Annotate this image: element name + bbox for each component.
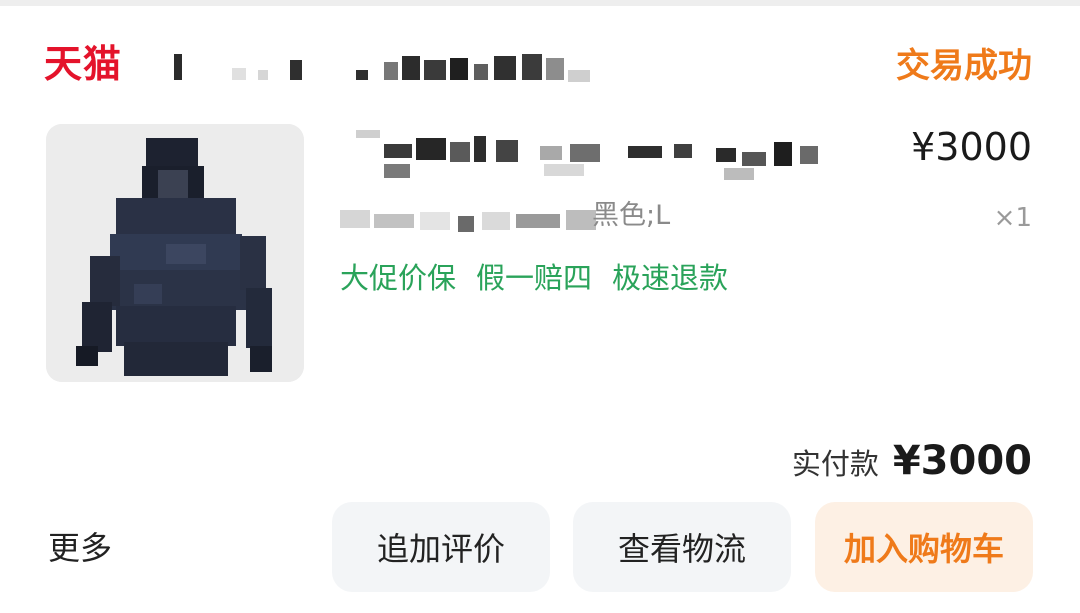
service-badges: 大促价保 假一赔四 极速退款	[340, 258, 728, 298]
more-button[interactable]: 更多	[48, 526, 112, 570]
add-to-cart-button[interactable]: 加入购物车	[815, 502, 1033, 592]
paid-label: 实付款	[791, 447, 879, 481]
redacted-mosaic-icon	[174, 54, 590, 82]
order-card[interactable]: 天猫 交易成功 ¥3000 黑色;L ×1 大促价保 假一赔四 极速退款 实付款…	[0, 6, 1080, 613]
unit-price: ¥3000	[911, 125, 1032, 169]
view-logistics-button[interactable]: 查看物流	[573, 502, 791, 592]
sku-text: 黑色;L	[592, 200, 671, 231]
tmall-logo[interactable]: 天猫	[44, 42, 122, 86]
redacted-mosaic-icon	[356, 130, 818, 180]
badge-fast-refund: 极速退款	[612, 261, 729, 295]
product-title-redacted[interactable]	[344, 124, 834, 184]
store-name-redacted[interactable]	[170, 50, 600, 86]
product-sku[interactable]: 黑色;L	[340, 196, 760, 240]
badge-authentic-guarantee: 假一赔四	[476, 261, 593, 295]
quantity: ×1	[993, 203, 1032, 233]
jacket-thumbnail-icon	[46, 124, 304, 382]
product-thumbnail[interactable]	[46, 124, 304, 382]
order-status: 交易成功	[896, 46, 1032, 86]
redacted-mosaic-icon	[340, 210, 596, 232]
payment-summary: 实付款 ¥3000	[792, 438, 1032, 484]
add-review-button[interactable]: 追加评价	[332, 502, 550, 592]
paid-amount: ¥3000	[892, 438, 1032, 484]
badge-price-protection: 大促价保	[340, 261, 457, 295]
